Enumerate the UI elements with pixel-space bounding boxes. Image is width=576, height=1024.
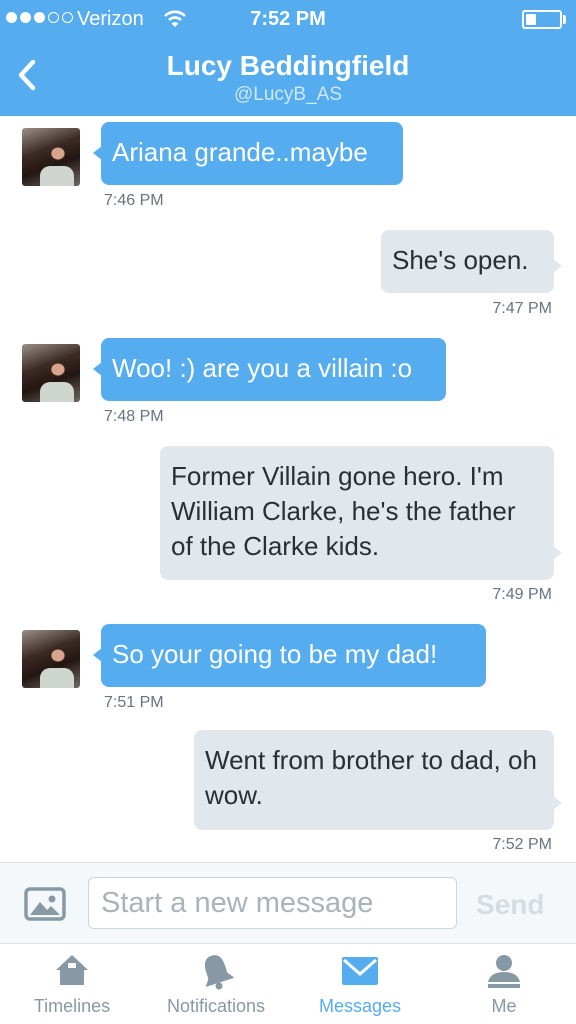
home-icon — [56, 955, 88, 985]
message-timestamp: 7:46 PM — [104, 192, 164, 209]
message-timestamp: 7:47 PM — [492, 300, 552, 317]
tab-label: Timelines — [33, 996, 111, 1016]
incoming-message-bubble[interactable]: Ariana grande..maybe — [93, 122, 403, 185]
tab-label: Messages — [318, 996, 402, 1016]
photo-icon — [24, 887, 66, 921]
tab-timelines[interactable]: Timelines — [0, 944, 144, 1024]
avatar[interactable] — [22, 344, 80, 402]
avatar[interactable] — [22, 128, 80, 186]
battery-level — [526, 14, 536, 25]
message-timestamp: 7:52 PM — [492, 836, 552, 853]
tab-me[interactable]: Me — [432, 944, 576, 1024]
outgoing-message-bubble[interactable]: She's open. — [381, 230, 562, 293]
contact-name[interactable]: Lucy Beddingfield — [0, 50, 576, 82]
new-message-input[interactable] — [88, 877, 457, 929]
contact-handle: @LucyB_AS — [233, 84, 342, 105]
message-text: Went from brother to dad, oh wow. — [205, 745, 537, 810]
tab-bar: Timelines Notifications Messages Me — [0, 944, 576, 1024]
incoming-message-bubble[interactable]: So your going to be my dad! — [93, 624, 486, 687]
message-timestamp: 7:48 PM — [104, 408, 164, 425]
conversation-header: Verizon 7:52 PM Lucy Beddingfield @LucyB… — [0, 0, 576, 116]
person-icon — [488, 955, 520, 988]
message-composer: Send — [0, 862, 576, 944]
message-text: She's open. — [392, 245, 529, 275]
outgoing-message-bubble[interactable]: Former Villain gone hero. I'm William Cl… — [160, 446, 562, 580]
send-button[interactable]: Send — [476, 885, 556, 925]
outgoing-message-bubble[interactable]: Went from brother to dad, oh wow. — [194, 730, 562, 830]
battery-icon — [522, 10, 562, 29]
status-time: 7:52 PM — [250, 8, 326, 30]
message-text: Former Villain gone hero. I'm William Cl… — [171, 461, 516, 561]
message-text: Ariana grande..maybe — [112, 137, 368, 167]
status-bar: Verizon 7:52 PM — [0, 0, 576, 40]
tab-notifications[interactable]: Notifications — [144, 944, 288, 1024]
add-photo-button[interactable] — [24, 887, 66, 921]
incoming-message-bubble[interactable]: Woo! :) are you a villain :o — [93, 338, 446, 401]
bell-icon — [204, 955, 234, 990]
message-timestamp: 7:51 PM — [104, 694, 164, 711]
avatar[interactable] — [22, 630, 80, 688]
message-text: So your going to be my dad! — [112, 639, 438, 669]
tab-messages[interactable]: Messages — [288, 944, 432, 1024]
tab-label: Me — [491, 996, 517, 1016]
envelope-icon — [342, 957, 378, 985]
battery-tip — [563, 15, 566, 24]
message-text: Woo! :) are you a villain :o — [112, 353, 413, 383]
tab-label: Notifications — [166, 996, 266, 1016]
message-timestamp: 7:49 PM — [492, 586, 552, 603]
